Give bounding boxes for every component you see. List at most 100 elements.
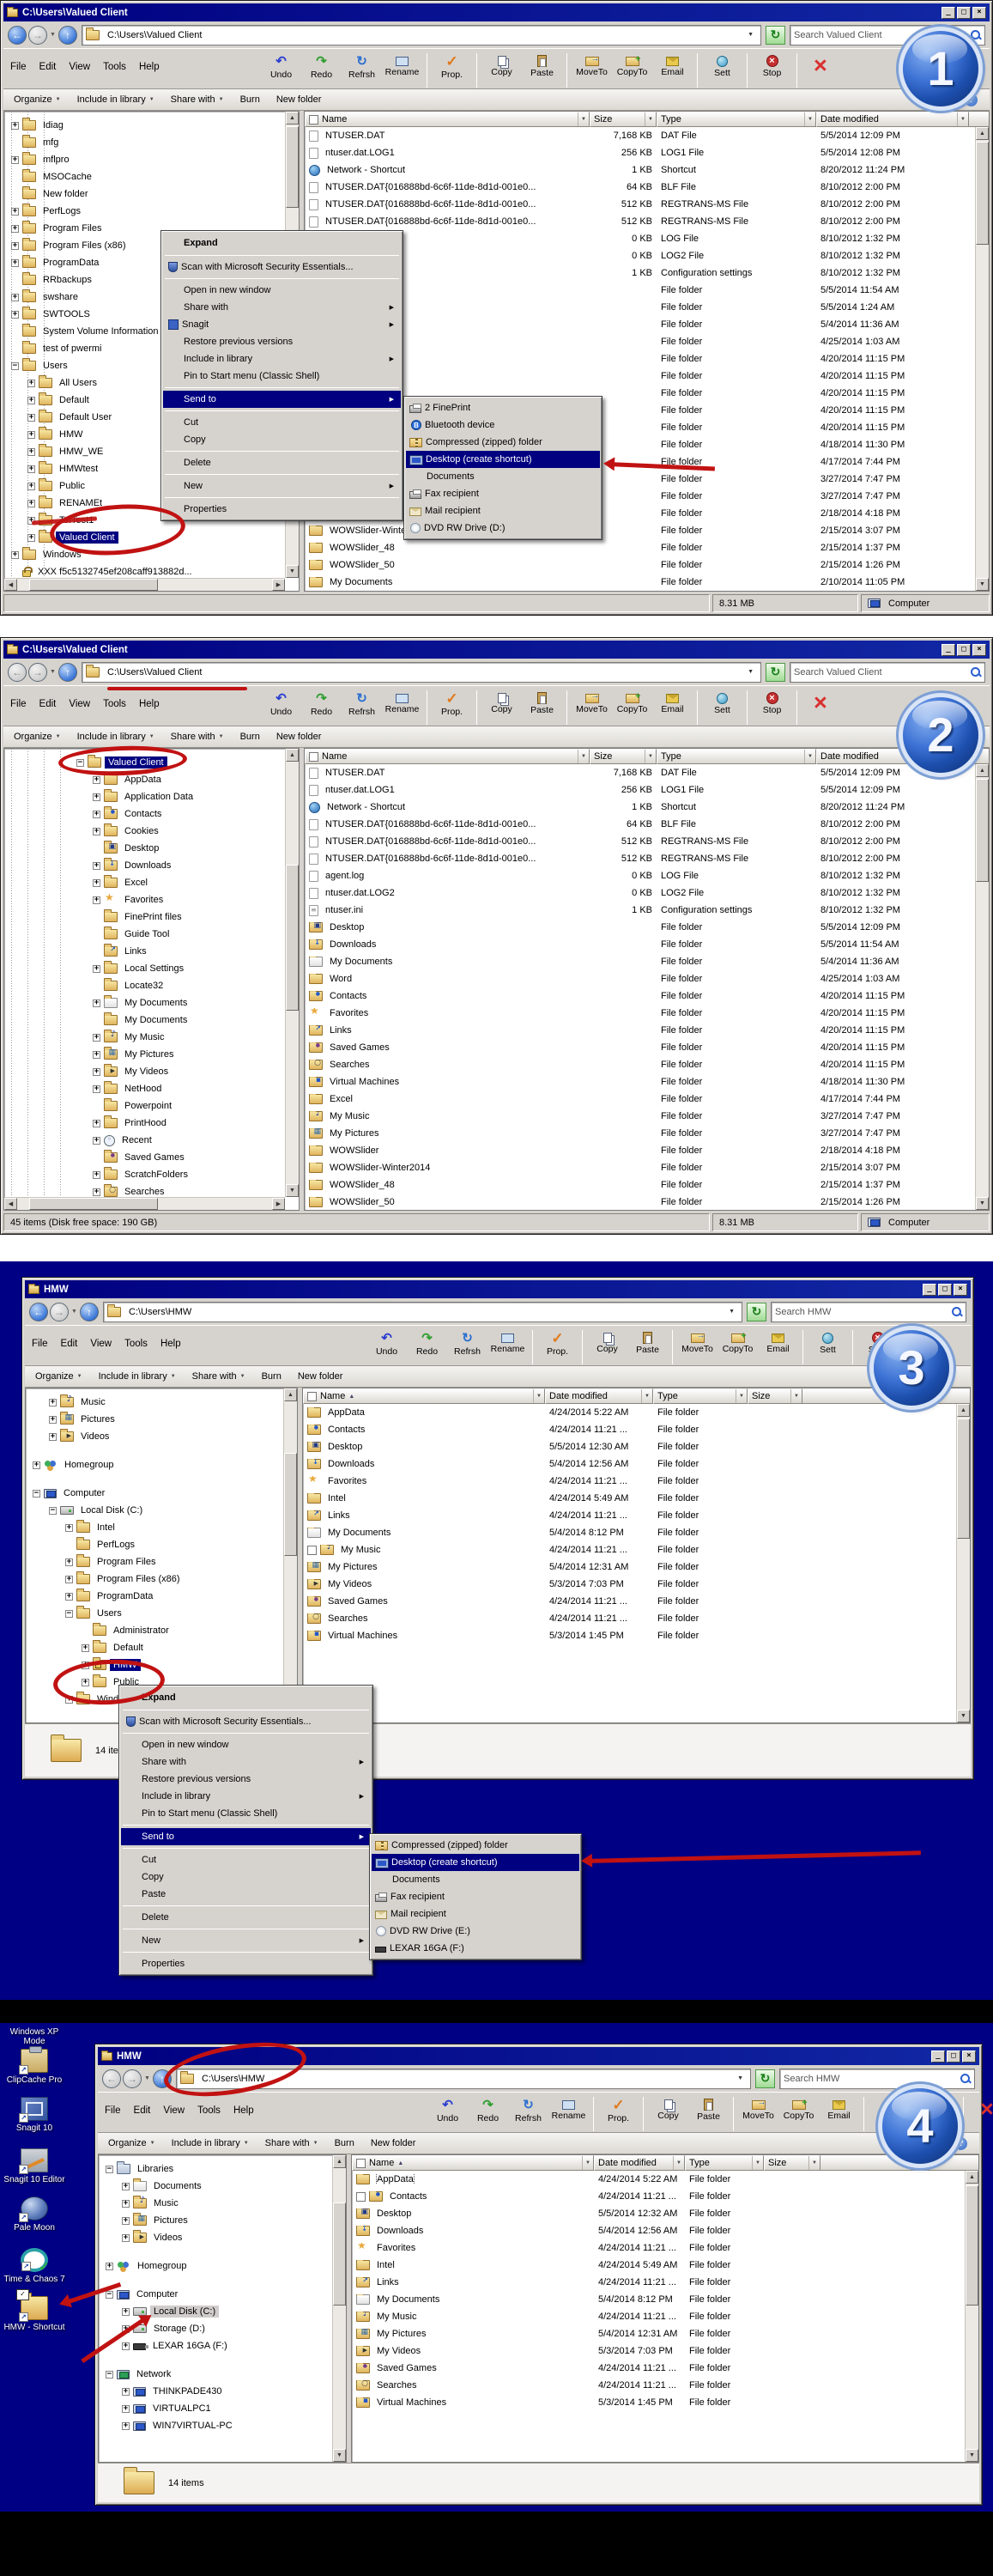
tree-item-swshare[interactable]: +swshare <box>4 289 299 306</box>
scroll-right-icon[interactable]: ▶ <box>272 1198 285 1210</box>
file-row[interactable]: My PicturesFile folder3/27/2014 7:47 PM <box>305 1125 975 1142</box>
address-dropdown-icon[interactable]: ▼ <box>744 669 757 675</box>
menu-view[interactable]: View <box>69 62 90 72</box>
scroll-up-icon[interactable]: ▲ <box>286 112 299 125</box>
tree-item-locate32[interactable]: +Locate32 <box>4 977 299 994</box>
tree-item-music[interactable]: +Music <box>99 2195 346 2212</box>
toolbar-stop-button[interactable]: Stop <box>857 1327 898 1355</box>
tree-item-perflogs[interactable]: +PerfLogs <box>4 203 299 220</box>
toolbar-undo-button[interactable]: ↶Undo <box>261 688 301 717</box>
tree-expander-icon[interactable]: + <box>27 483 35 490</box>
toolbar-email-button[interactable]: Email <box>652 688 693 714</box>
vertical-scrollbar[interactable]: ▲▼ <box>965 2171 978 2462</box>
menu-view[interactable]: View <box>90 1339 112 1349</box>
file-row[interactable]: Desktop5/5/2014 12:30 AMFile folder <box>303 1438 956 1455</box>
tree-expander-icon[interactable]: + <box>93 896 100 904</box>
desktop-icon-clipcache-pro[interactable]: ↗ClipCache Pro <box>0 2049 69 2085</box>
tree-expander-icon[interactable]: + <box>93 828 100 835</box>
file-row[interactable]: Saved Games4/24/2014 11:21 ...File folde… <box>303 1593 956 1610</box>
tree-expander-icon[interactable]: + <box>27 431 35 439</box>
file-row[interactable]: Links4/24/2014 11:21 ...File folder <box>303 1507 956 1524</box>
toolbar-prop-button[interactable]: ✓Prop. <box>537 1327 578 1357</box>
file-row[interactable]: NTUSER.DAT7,168 KBDAT File5/5/2014 12:09… <box>305 127 975 144</box>
scroll-down-icon[interactable]: ▼ <box>284 1710 297 1722</box>
scroll-down-icon[interactable]: ▼ <box>976 578 989 591</box>
toolbar-refresh-button[interactable]: ↻Refrsh <box>508 2094 548 2123</box>
menu-tools[interactable]: Tools <box>103 699 126 709</box>
command-new-folder[interactable]: New folder <box>371 2138 416 2148</box>
scroll-up-icon[interactable]: ▲ <box>284 1388 297 1401</box>
tree-expander-icon[interactable]: + <box>93 1051 100 1059</box>
back-button[interactable]: ← <box>29 1303 48 1321</box>
toolbar-redo-button[interactable]: ↷Redo <box>407 1327 447 1357</box>
menu-file[interactable]: File <box>32 1339 48 1349</box>
file-row[interactable]: Intel4/24/2014 5:49 AMFile folder <box>352 2257 965 2274</box>
tree-expander-icon[interactable]: + <box>93 1137 100 1145</box>
tree-item-mfg[interactable]: +mfg <box>4 134 299 151</box>
tree-item-program-files[interactable]: +Program Files <box>26 1553 297 1571</box>
minimize-button[interactable]: _ <box>923 1284 936 1296</box>
scroll-down-icon[interactable]: ▼ <box>286 565 299 578</box>
command-new-folder[interactable]: New folder <box>298 1371 343 1382</box>
horizontal-scrollbar[interactable]: ◀▶ <box>4 1197 285 1210</box>
file-row[interactable]: WOWSlider_48File folder2/15/2014 1:37 PM <box>305 539 975 556</box>
tree-item-printhood[interactable]: +PrintHood <box>4 1115 299 1132</box>
column-dropdown-icon[interactable]: ▼ <box>957 112 968 126</box>
file-row[interactable]: My PicturesFile folder3/27/2014 7:47 PM <box>305 488 975 505</box>
menu-view[interactable]: View <box>163 2105 185 2116</box>
toolbar-paste-button[interactable]: Paste <box>522 688 562 715</box>
refresh-button[interactable]: ↻ <box>766 26 785 45</box>
toolbar-sett-button[interactable]: Sett <box>702 51 742 78</box>
tree-expander-icon[interactable]: + <box>11 208 19 216</box>
file-row[interactable]: ContactsFile folder4/20/2014 11:15 PM <box>305 987 975 1005</box>
close-button[interactable]: × <box>962 2050 976 2063</box>
tree-expander-icon[interactable]: + <box>93 1085 100 1093</box>
file-row[interactable]: ntuser.dat.LOG20 KBLOG2 File8/10/2012 1:… <box>305 884 975 902</box>
tree-item-program-files-x86-[interactable]: +Program Files (x86) <box>26 1571 297 1588</box>
tree-expander-icon[interactable]: + <box>27 465 35 473</box>
scroll-up-icon[interactable]: ▲ <box>976 764 989 777</box>
file-row[interactable]: Searches4/24/2014 11:21 ...File folder <box>352 2377 965 2394</box>
column-header-date[interactable]: Date modified▼ <box>816 749 969 764</box>
command-new-folder[interactable]: New folder <box>276 732 322 742</box>
tree-item-thinkpade430[interactable]: +THINKPADE430 <box>99 2383 346 2400</box>
tree-expander-icon[interactable]: + <box>27 448 35 456</box>
file-row[interactable]: NTUSER.DAT7,168 KBDAT File5/5/2014 12:09… <box>305 764 975 781</box>
file-row[interactable]: ntuser.ini1 KBConfiguration settings8/10… <box>305 264 975 282</box>
file-row[interactable]: WOWSliderFile folder2/18/2014 4:18 PM <box>305 505 975 522</box>
menu-help[interactable]: Help <box>233 2105 254 2116</box>
file-row[interactable]: ExcelFile folder4/17/2014 7:44 PM <box>305 453 975 471</box>
tree-expander-icon[interactable]: + <box>49 1416 57 1424</box>
row-checkbox[interactable] <box>356 2192 366 2202</box>
command-share-with[interactable]: Share with▼ <box>265 2138 318 2148</box>
column-header-type[interactable]: Type▼ <box>657 749 816 764</box>
column-header-date[interactable]: Date modified▼ <box>545 1388 653 1404</box>
file-row[interactable]: WOWSlider_50File folder2/15/2014 1:26 PM <box>305 556 975 574</box>
scroll-thumb[interactable] <box>957 1419 970 1539</box>
column-header-date[interactable]: Date modified▼ <box>594 2155 685 2171</box>
column-header-name[interactable]: Name▼ <box>305 749 590 764</box>
command-share-with[interactable]: Share with▼ <box>192 1371 245 1382</box>
tree-expander-icon[interactable]: + <box>93 862 100 870</box>
tree-item-new-folder[interactable]: +New folder <box>4 185 299 203</box>
scroll-down-icon[interactable]: ▼ <box>333 2449 346 2462</box>
maximize-button[interactable]: □ <box>947 2050 960 2063</box>
column-dropdown-icon[interactable]: ▼ <box>957 750 968 763</box>
toolbar-redo-button[interactable]: ↷Redo <box>301 688 342 717</box>
toolbar-sett-button[interactable]: Sett <box>702 688 742 715</box>
tree-expander-icon[interactable]: + <box>27 534 35 542</box>
toolbar-copyto-button[interactable]: CopyTo <box>612 688 652 714</box>
tree-expander-icon[interactable]: + <box>93 965 100 973</box>
toolbar-copy-button[interactable]: Copy <box>481 51 522 77</box>
header-checkbox[interactable] <box>309 115 318 125</box>
command-organize[interactable]: Organize▼ <box>108 2138 155 2148</box>
tree-item-desktop[interactable]: +Desktop <box>4 840 299 857</box>
tree-item-network[interactable]: −Network <box>99 2366 346 2383</box>
file-row[interactable]: AppData4/24/2014 5:22 AMFile folder <box>303 1404 956 1421</box>
file-row[interactable]: WOWSliderFile folder2/18/2014 4:18 PM <box>305 1142 975 1159</box>
search-box[interactable]: Search HMW <box>779 2069 975 2089</box>
file-row[interactable]: Favorites4/24/2014 11:21 ...File folder <box>352 2239 965 2257</box>
command-burn[interactable]: Burn <box>240 732 260 742</box>
column-dropdown-icon[interactable]: ▼ <box>673 2156 684 2170</box>
column-dropdown-icon[interactable]: ▼ <box>641 1389 652 1403</box>
